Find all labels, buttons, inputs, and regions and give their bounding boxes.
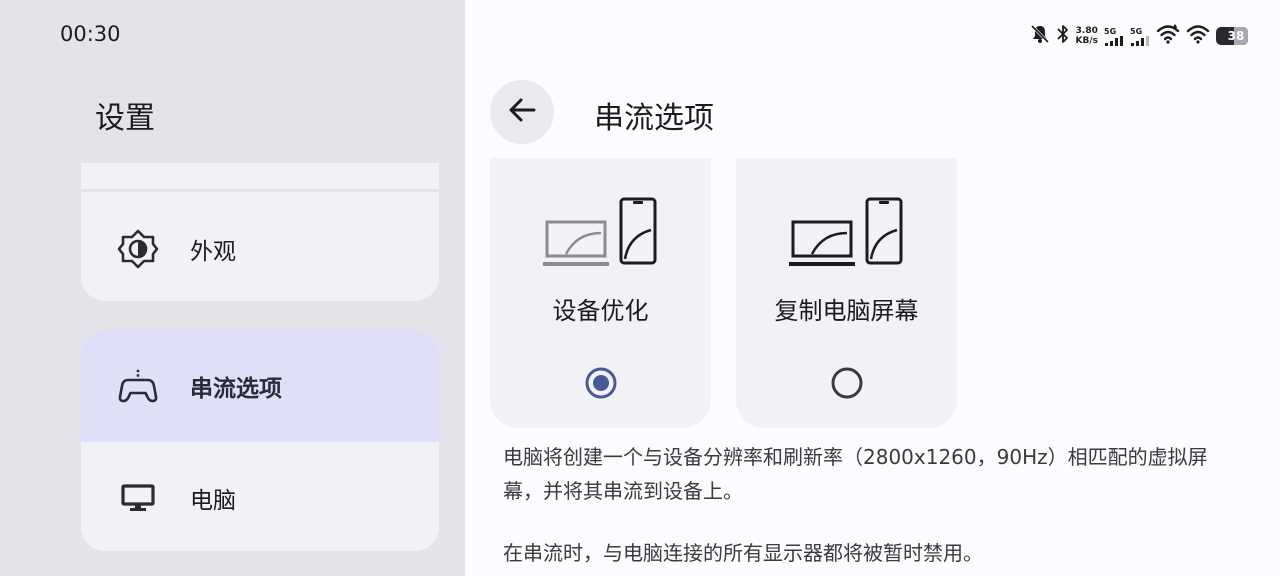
radio-selected[interactable] (585, 367, 617, 399)
sidebar-card-bottom: 串流选项 电脑 (81, 330, 439, 551)
sidebar-item-computer[interactable]: 电脑 (81, 468, 439, 528)
back-button[interactable] (490, 80, 554, 144)
monitor-icon (117, 477, 159, 519)
option-card-device-optimized[interactable]: 设备优化 (490, 158, 711, 428)
divider (81, 189, 439, 192)
sidebar-card-top: 外观 (81, 163, 439, 301)
option-label: 设备优化 (552, 297, 649, 325)
net-speed: 3.80 KB/s (1075, 26, 1098, 46)
status-icons: 3.80 KB/s 5G 5G 38 (1030, 23, 1248, 49)
description-note: 在串流时，与电脑连接的所有显示器都将被暂时禁用。 (503, 541, 983, 565)
page-title: 串流选项 (594, 101, 714, 136)
appearance-icon (117, 228, 159, 270)
signal-icon: 5G (1104, 27, 1124, 46)
option-label: 复制电脑屏幕 (774, 297, 919, 325)
status-time: 00:30 (60, 22, 121, 46)
arrow-left-icon (507, 95, 537, 129)
gamepad-icon (117, 365, 159, 407)
sidebar-item-label: 电脑 (190, 488, 236, 514)
signal-icon: 5G (1130, 27, 1150, 46)
laptop-phone-icon (541, 196, 661, 271)
bluetooth-icon (1056, 24, 1070, 48)
option-card-mirror-screen[interactable]: 复制电脑屏幕 (736, 158, 957, 428)
sidebar-item-label: 串流选项 (190, 376, 282, 402)
sidebar-item-label: 外观 (190, 239, 236, 265)
description-text: 电脑将创建一个与设备分辨率和刷新率（2800x1260，90Hz）相匹配的虚拟屏… (503, 445, 1208, 503)
sidebar-title: 设置 (95, 101, 155, 136)
laptop-phone-icon (787, 196, 907, 271)
radio-unselected[interactable] (831, 367, 863, 399)
bell-off-icon (1030, 24, 1050, 48)
settings-sidebar: 00:30 设置 外观 串流选项 电脑 (0, 0, 465, 576)
sidebar-item-streaming[interactable]: 串流选项 (81, 356, 439, 416)
wifi-icon (1156, 24, 1180, 48)
sidebar-item-appearance[interactable]: 外观 (81, 219, 439, 279)
battery-icon: 38 (1216, 27, 1248, 45)
wifi-icon (1186, 24, 1210, 48)
battery-level: 38 (1227, 29, 1245, 43)
